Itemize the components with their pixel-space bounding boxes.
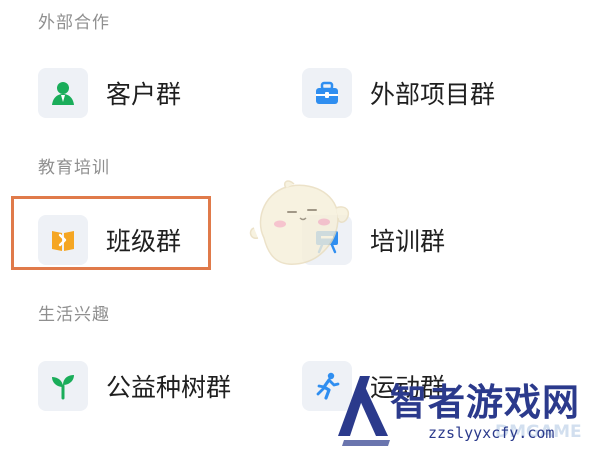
section-title-education-training: 教育培训 bbox=[38, 158, 110, 178]
group-type-charity-tree-planting[interactable]: 公益种树群 bbox=[38, 357, 231, 415]
group-type-label: 客户群 bbox=[106, 80, 182, 109]
group-type-class[interactable]: 班级群 bbox=[38, 211, 181, 269]
group-type-label: 运动群 bbox=[370, 373, 446, 402]
group-type-training[interactable]: 培训群 bbox=[302, 211, 445, 269]
presentation-board-icon bbox=[302, 215, 352, 265]
group-type-label: 班级群 bbox=[106, 227, 182, 256]
open-book-icon bbox=[38, 215, 88, 265]
sprout-icon bbox=[38, 361, 88, 411]
section-title-life-interests: 生活兴趣 bbox=[38, 305, 110, 325]
briefcase-icon bbox=[302, 68, 352, 118]
group-type-external-project[interactable]: 外部项目群 bbox=[302, 64, 495, 122]
running-person-icon bbox=[302, 361, 352, 411]
group-type-label: 公益种树群 bbox=[106, 373, 232, 402]
group-type-label: 培训群 bbox=[370, 227, 446, 256]
section-title-external-cooperation: 外部合作 bbox=[38, 13, 110, 33]
customer-person-icon bbox=[38, 68, 88, 118]
site-logo-ghost-text: DMGAME bbox=[495, 422, 582, 442]
group-type-label: 外部项目群 bbox=[370, 80, 496, 109]
site-logo-url: zzslyyxcfy.com bbox=[428, 424, 555, 442]
group-type-customer[interactable]: 客户群 bbox=[38, 64, 181, 122]
group-type-sports[interactable]: 运动群 bbox=[302, 357, 445, 415]
